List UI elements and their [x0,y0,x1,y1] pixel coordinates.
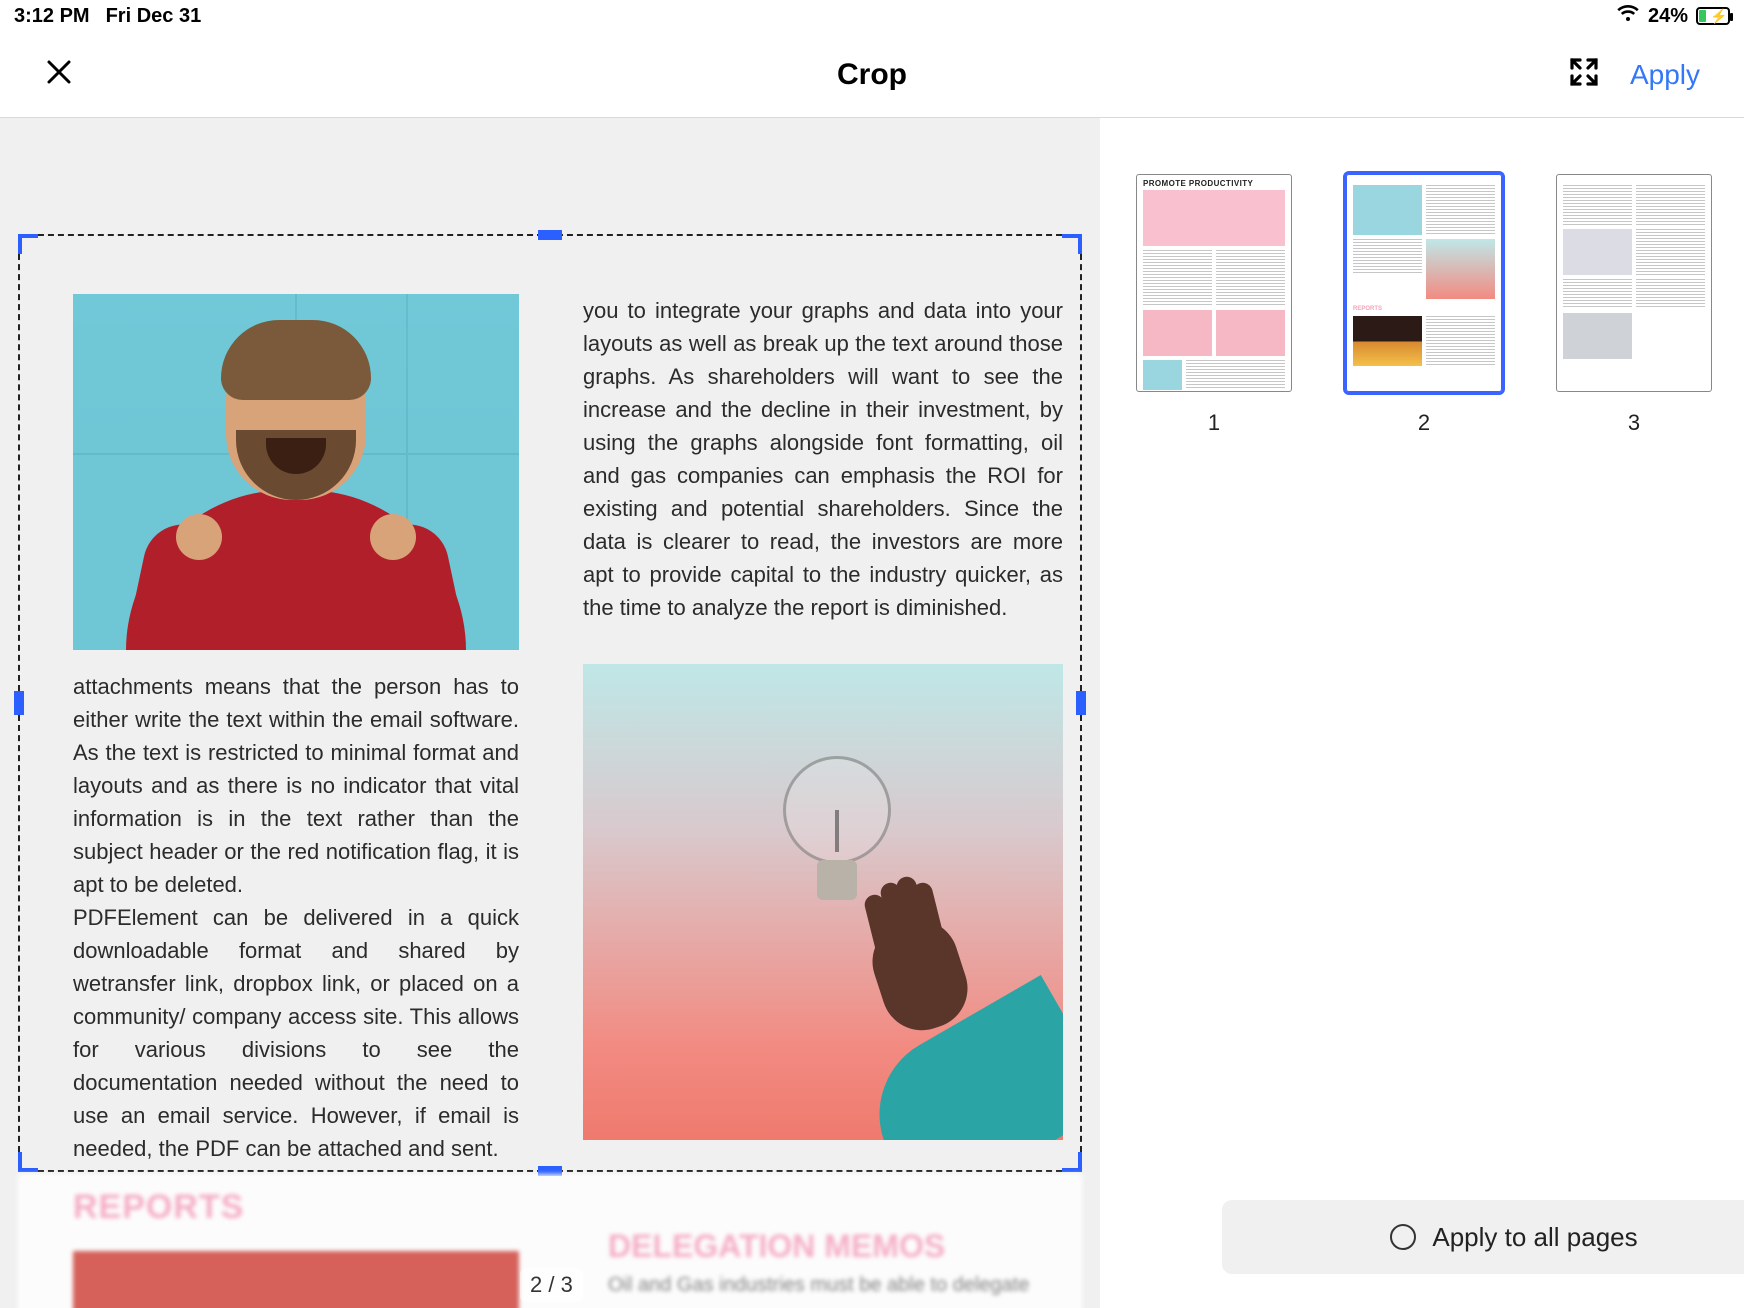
status-bar: 3:12 PM Fri Dec 31 24% ⚡ [0,0,1744,32]
page-indicator: 2 / 3 [520,1268,583,1302]
reports-heading: REPORTS [73,1188,1027,1227]
thumbnail-item-3[interactable]: 3 [1556,174,1712,436]
thumbnail-3[interactable] [1556,174,1712,392]
thumbnail-item-2[interactable]: REPORTS 2 [1346,174,1502,436]
battery-icon: ⚡ [1696,7,1730,25]
crop-header: Crop Apply [0,32,1744,118]
crop-handle-right[interactable] [1076,691,1086,715]
crop-handle-bottom-left[interactable] [18,1152,38,1172]
crop-handle-left[interactable] [14,691,24,715]
delegation-heading: DELEGATION MEMOS [608,1228,945,1265]
crop-handle-top[interactable] [538,230,562,240]
delegation-subtext: Oil and Gas industries must be able to d… [608,1274,1029,1297]
crop-handle-top-left[interactable] [18,234,38,254]
thumbnail-list: PROMOTE PRODUCTIVITY 1 REPORTS 2 [1100,118,1744,436]
canvas-area[interactable]: attachments means that the person has to… [0,118,1100,1308]
apply-to-all-pages-button[interactable]: Apply to all pages [1222,1200,1744,1274]
thumbnail-2-number: 2 [1418,410,1430,436]
close-button[interactable] [44,57,74,92]
radio-unchecked-icon [1390,1224,1416,1250]
thumbnail-2[interactable]: REPORTS [1346,174,1502,392]
reports-image [73,1251,519,1308]
expand-icon[interactable] [1568,56,1600,93]
header-title: Crop [837,58,907,92]
thumbnail-1-number: 1 [1208,410,1220,436]
thumbnail-sidebar: PROMOTE PRODUCTIVITY 1 REPORTS 2 [1100,118,1744,1308]
status-date: Fri Dec 31 [106,5,202,28]
thumbnail-3-number: 3 [1628,410,1640,436]
apply-button[interactable]: Apply [1630,59,1700,91]
thumb1-title: PROMOTE PRODUCTIVITY [1143,181,1285,186]
crop-handle-top-right[interactable] [1062,234,1082,254]
wifi-icon [1616,3,1640,29]
apply-to-all-label: Apply to all pages [1432,1222,1637,1253]
battery-percent: 24% [1648,5,1688,28]
crop-rectangle[interactable] [18,234,1082,1172]
crop-body: attachments means that the person has to… [0,118,1744,1308]
thumbnail-item-1[interactable]: PROMOTE PRODUCTIVITY 1 [1136,174,1292,436]
thumbnail-1[interactable]: PROMOTE PRODUCTIVITY [1136,174,1292,392]
status-time: 3:12 PM [14,5,90,28]
crop-handle-bottom-right[interactable] [1062,1152,1082,1172]
